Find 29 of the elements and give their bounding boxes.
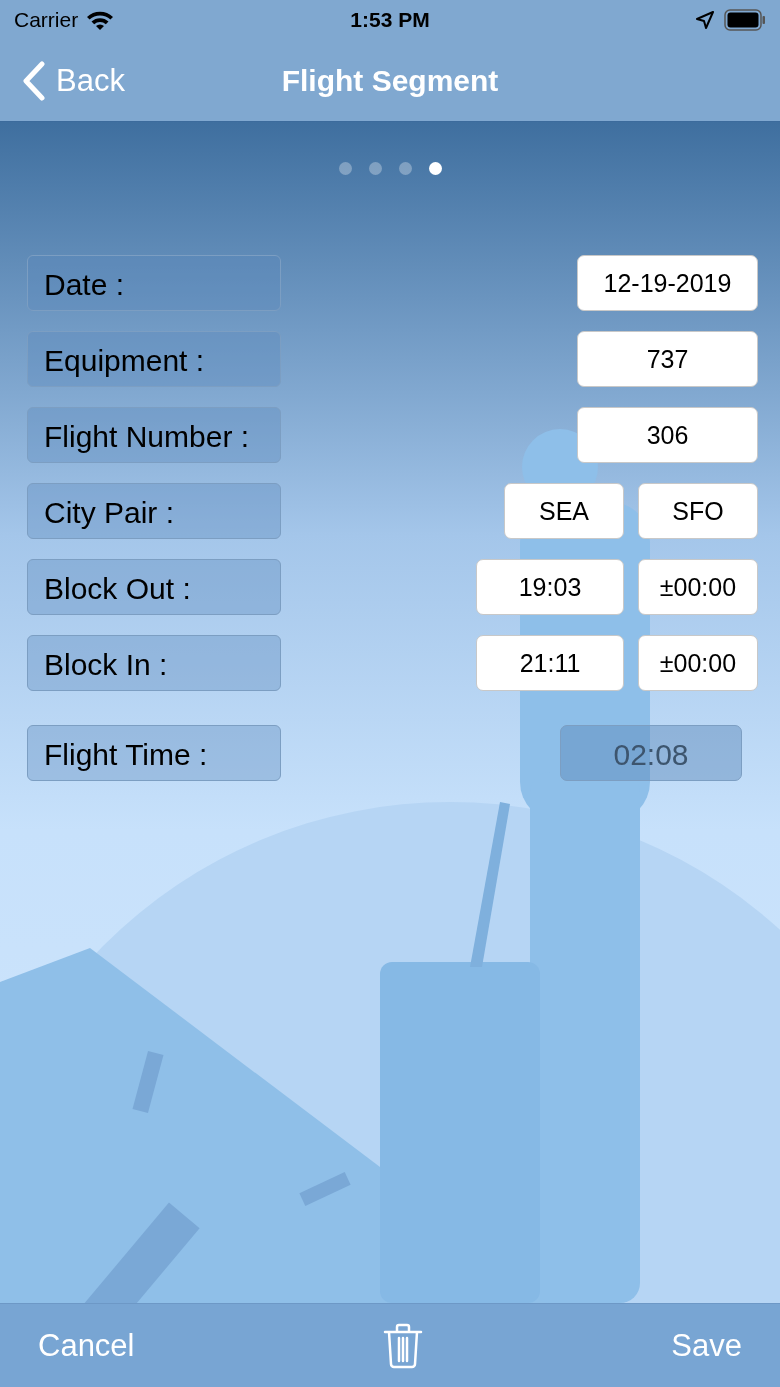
field-label: City Pair : — [27, 483, 281, 539]
input-field[interactable]: 21:11 — [476, 635, 624, 691]
carrier-name: Carrier — [14, 8, 79, 32]
field-label: Block In : — [27, 635, 281, 691]
clock-time: 1:53 PM — [350, 8, 430, 32]
field-label: Equipment : — [27, 331, 281, 387]
input-field[interactable]: 19:03 — [476, 559, 624, 615]
field-label: Block Out : — [27, 559, 281, 615]
input-field[interactable]: SEA — [504, 483, 624, 539]
trash-icon — [382, 1322, 423, 1369]
page-dot[interactable] — [398, 162, 412, 175]
input-field[interactable]: 737 — [577, 331, 758, 387]
wifi-icon — [86, 10, 115, 30]
screen-title: Flight Segment — [281, 63, 499, 98]
field-label: Flight Number : — [27, 407, 281, 463]
chevron-left-icon — [22, 60, 46, 101]
input-field[interactable]: 306 — [577, 407, 758, 463]
page-dot[interactable] — [368, 162, 382, 175]
field-label: Date : — [27, 255, 281, 311]
field-label: Flight Time : — [27, 725, 281, 781]
input-field[interactable]: 12-19-2019 — [577, 255, 758, 311]
page-dot[interactable] — [338, 162, 352, 175]
input-field[interactable]: ±00:00 — [638, 635, 758, 691]
battery-icon — [724, 9, 766, 31]
input-field: 02:08 — [560, 725, 742, 781]
input-field[interactable]: SFO — [638, 483, 758, 539]
location-arrow-icon — [696, 11, 714, 29]
delete-button[interactable] — [382, 1322, 423, 1369]
input-field[interactable]: ±00:00 — [638, 559, 758, 615]
